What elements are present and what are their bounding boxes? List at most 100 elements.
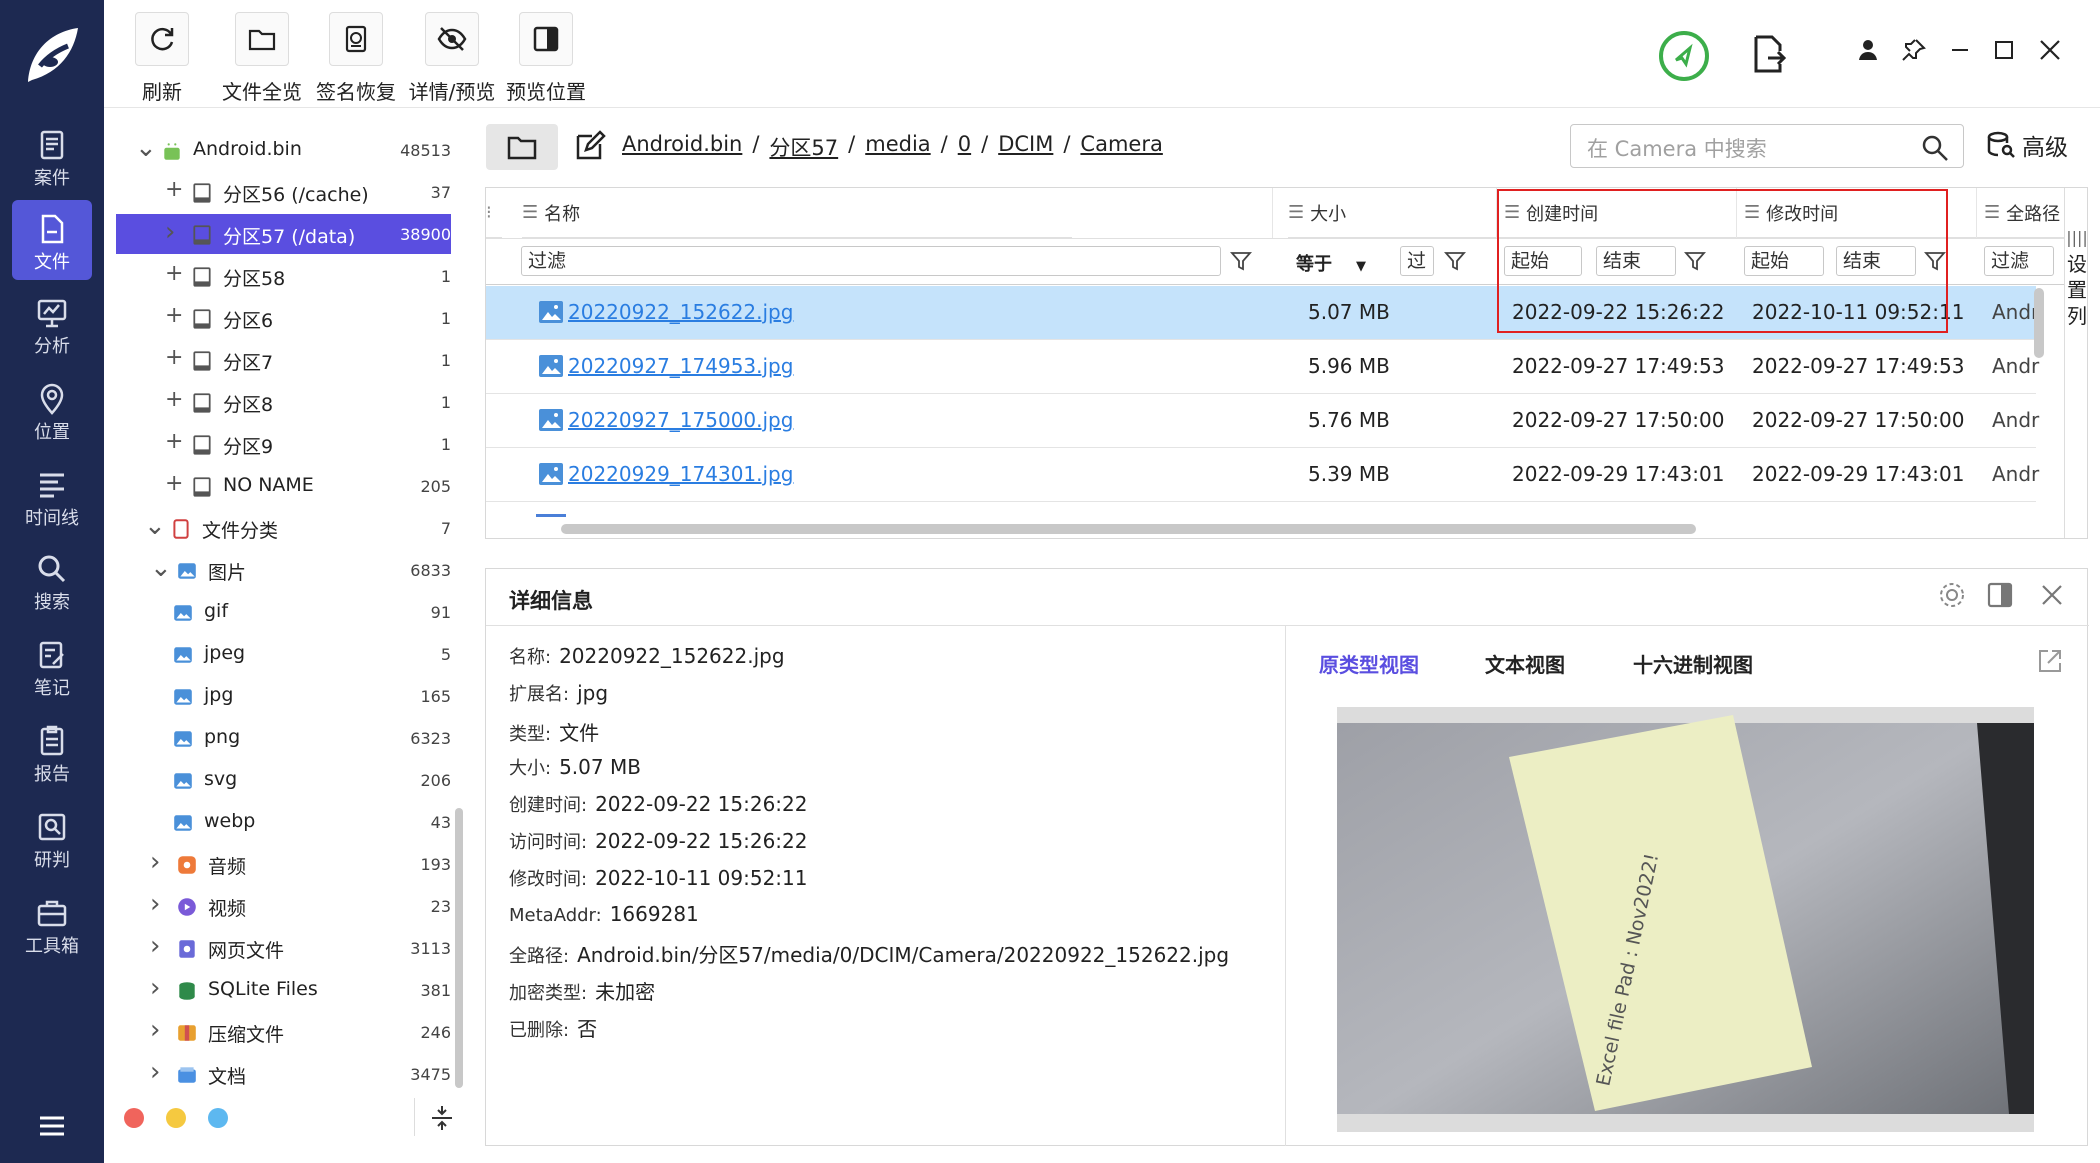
detail-preview-button[interactable]: 详情/预览 xyxy=(402,12,502,104)
chevron-down-icon[interactable]: ⌄ xyxy=(135,135,157,161)
menu-icon[interactable] xyxy=(38,1114,66,1138)
tree-item[interactable]: + 分区56 (/cache) 37 xyxy=(116,172,451,212)
blue-dot[interactable] xyxy=(208,1108,228,1128)
folder-button[interactable] xyxy=(486,124,558,170)
column-header-fullpath[interactable]: ☰ 全路径 xyxy=(1984,188,2064,238)
file-name-link[interactable]: 20220929_174301.jpg xyxy=(568,462,793,486)
status-shield-icon[interactable] xyxy=(1658,30,1710,82)
tree-item[interactable]: png 6323 xyxy=(116,718,451,758)
nav-item-toolbox[interactable]: 工具箱 xyxy=(12,884,92,964)
expand-plus-icon[interactable]: + xyxy=(165,178,183,202)
breadcrumb-item[interactable]: Camera xyxy=(1080,132,1162,162)
chevron-right-icon[interactable]: › xyxy=(165,219,175,245)
nav-item-case[interactable]: 案件 xyxy=(12,116,92,196)
tree-item[interactable]: › 文档 3475 xyxy=(116,1054,451,1094)
advanced-search-button[interactable]: 高级 xyxy=(1986,128,2068,162)
collapse-all-icon[interactable] xyxy=(430,1104,454,1132)
tree-item[interactable]: jpg 165 xyxy=(116,676,451,716)
table-row[interactable]: 20220927_175000.jpg 5.76 MB 2022-09-27 17:… xyxy=(486,394,2039,448)
close-panel-icon[interactable] xyxy=(2040,583,2064,607)
search-input[interactable]: 在 Camera 中搜索 xyxy=(1570,124,1964,168)
search-icon[interactable] xyxy=(1921,134,1949,162)
red-dot[interactable] xyxy=(124,1108,144,1128)
tree-item[interactable]: jpeg 5 xyxy=(116,634,451,674)
chevron-right-icon[interactable]: › xyxy=(150,975,160,1001)
breadcrumb-item[interactable]: 分区57 xyxy=(769,132,838,162)
close-window-button[interactable] xyxy=(2030,30,2070,70)
tree-item[interactable]: + 分区58 1 xyxy=(116,256,451,296)
nav-item-judge[interactable]: 研判 xyxy=(12,798,92,878)
expand-plus-icon[interactable]: + xyxy=(165,304,183,328)
tab-hex-view[interactable]: 十六进制视图 xyxy=(1633,649,1753,678)
vertical-scrollbar[interactable] xyxy=(2034,288,2044,358)
tree-item[interactable]: ⌄ Android.bin 48513 xyxy=(116,130,451,170)
expand-plus-icon[interactable]: + xyxy=(165,430,183,454)
all-files-button[interactable]: 文件全览 xyxy=(212,12,312,104)
fullpath-filter-input[interactable]: 过滤 xyxy=(1984,246,2054,276)
chevron-right-icon[interactable]: › xyxy=(150,933,160,959)
tree-item[interactable]: svg 206 xyxy=(116,760,451,800)
tree-item[interactable]: › SQLite Files 381 xyxy=(116,970,451,1010)
file-name-link[interactable]: 20220927_174953.jpg xyxy=(568,354,793,378)
tree-item[interactable]: › 网页文件 3113 xyxy=(116,928,451,968)
name-filter-input[interactable]: 过滤 xyxy=(521,246,1221,276)
nav-item-file[interactable]: 文件 xyxy=(12,200,92,280)
tree-item[interactable]: ⌄ 文件分类 7 xyxy=(116,508,451,548)
column-settings-button[interactable]: |||| 设置列 xyxy=(2064,188,2087,538)
filter-icon[interactable] xyxy=(1230,250,1252,272)
maximize-button[interactable] xyxy=(1984,30,2024,70)
expand-plus-icon[interactable]: + xyxy=(165,346,183,370)
table-row[interactable]: 20220927_174953.jpg 5.96 MB 2022-09-27 17:… xyxy=(486,340,2039,394)
nav-item-search[interactable]: 搜索 xyxy=(12,540,92,620)
chevron-right-icon[interactable]: › xyxy=(150,1017,160,1043)
file-name-link[interactable]: 20220922_152622.jpg xyxy=(568,300,793,324)
refresh-button[interactable]: 刷新 xyxy=(132,12,192,104)
tree-item[interactable]: webp 43 xyxy=(116,802,451,842)
tree-item[interactable]: › 视频 23 xyxy=(116,886,451,926)
split-panel-icon[interactable] xyxy=(1986,581,2014,609)
chevron-right-icon[interactable]: › xyxy=(150,849,160,875)
column-header-name[interactable]: ☰ 名称 xyxy=(522,188,1072,238)
edit-path-icon[interactable] xyxy=(574,130,606,162)
filter-icon[interactable] xyxy=(1444,250,1466,272)
size-operator-select[interactable]: 等于 ▼ xyxy=(1296,250,1366,276)
breadcrumb-item[interactable]: media xyxy=(865,132,930,162)
expand-plus-icon[interactable]: + xyxy=(165,262,183,286)
chevron-right-icon[interactable]: › xyxy=(150,891,160,917)
tree-scrollbar[interactable] xyxy=(455,808,463,1088)
tree-item[interactable]: + 分区7 1 xyxy=(116,340,451,380)
horizontal-scrollbar[interactable] xyxy=(561,524,1696,534)
pin-button[interactable] xyxy=(1894,30,1934,70)
tree-item[interactable]: + 分区8 1 xyxy=(116,382,451,422)
preview-position-button[interactable]: 预览位置 xyxy=(500,12,592,104)
chevron-right-icon[interactable]: › xyxy=(150,1059,160,1085)
tree-item[interactable]: › 音频 193 xyxy=(116,844,451,884)
breadcrumb-item[interactable]: 0 xyxy=(958,132,971,162)
tree-item[interactable]: + 分区6 1 xyxy=(116,298,451,338)
tree-item[interactable]: + 分区9 1 xyxy=(116,424,451,464)
table-row[interactable]: 20220929_174301.jpg 5.39 MB 2022-09-29 17:… xyxy=(486,448,2039,502)
tree-item[interactable]: › 分区57 (/data) 38900 xyxy=(116,214,451,254)
tree-item[interactable]: ⌄ 图片 6833 xyxy=(116,550,451,590)
chevron-down-icon[interactable]: ⌄ xyxy=(150,555,172,581)
nav-item-timeline[interactable]: 时间线 xyxy=(12,456,92,536)
nav-item-location[interactable]: 位置 xyxy=(12,370,92,450)
tree-item[interactable]: gif 91 xyxy=(116,592,451,632)
file-name-link[interactable]: 20220927_175000.jpg xyxy=(568,408,793,432)
expand-plus-icon[interactable]: + xyxy=(165,388,183,412)
minimize-button[interactable] xyxy=(1940,30,1980,70)
yellow-dot[interactable] xyxy=(166,1108,186,1128)
breadcrumb-item[interactable]: Android.bin xyxy=(622,132,742,162)
expand-plus-icon[interactable]: + xyxy=(165,472,183,496)
settings-gear-icon[interactable] xyxy=(1938,581,1966,609)
nav-item-note[interactable]: 笔记 xyxy=(12,626,92,706)
tab-text-view[interactable]: 文本视图 xyxy=(1485,649,1565,678)
chevron-down-icon[interactable]: ⌄ xyxy=(144,513,166,539)
open-external-icon[interactable] xyxy=(2036,647,2064,675)
breadcrumb-item[interactable]: DCIM xyxy=(998,132,1053,162)
nav-item-analysis[interactable]: 分析 xyxy=(12,284,92,364)
tree-item[interactable]: › 压缩文件 246 xyxy=(116,1012,451,1052)
signature-recover-button[interactable]: 签名恢复 xyxy=(308,12,404,104)
tab-native-view[interactable]: 原类型视图 xyxy=(1319,649,1419,678)
size-filter-input[interactable]: 过 xyxy=(1400,246,1434,276)
